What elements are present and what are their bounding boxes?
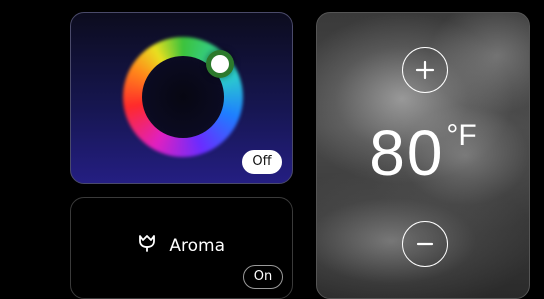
light-color-panel: Off bbox=[70, 12, 293, 184]
aroma-row: Aroma bbox=[71, 234, 292, 258]
temperature-decrease-button[interactable] bbox=[402, 221, 448, 267]
minus-icon bbox=[416, 242, 434, 246]
temperature-readout: 80°F bbox=[317, 113, 529, 193]
tulip-icon bbox=[138, 234, 156, 258]
temperature-unit: °F bbox=[446, 119, 477, 152]
temperature-value: 80 bbox=[369, 117, 445, 189]
light-toggle-button[interactable]: Off bbox=[242, 150, 282, 174]
aroma-toggle-button[interactable]: On bbox=[243, 265, 283, 289]
aroma-label: Aroma bbox=[169, 236, 226, 256]
temperature-increase-button[interactable] bbox=[402, 47, 448, 93]
color-picker-handle[interactable] bbox=[211, 55, 229, 73]
temperature-panel: 80°F bbox=[316, 12, 530, 299]
aroma-panel: Aroma On bbox=[70, 197, 293, 299]
plus-icon bbox=[415, 60, 435, 80]
